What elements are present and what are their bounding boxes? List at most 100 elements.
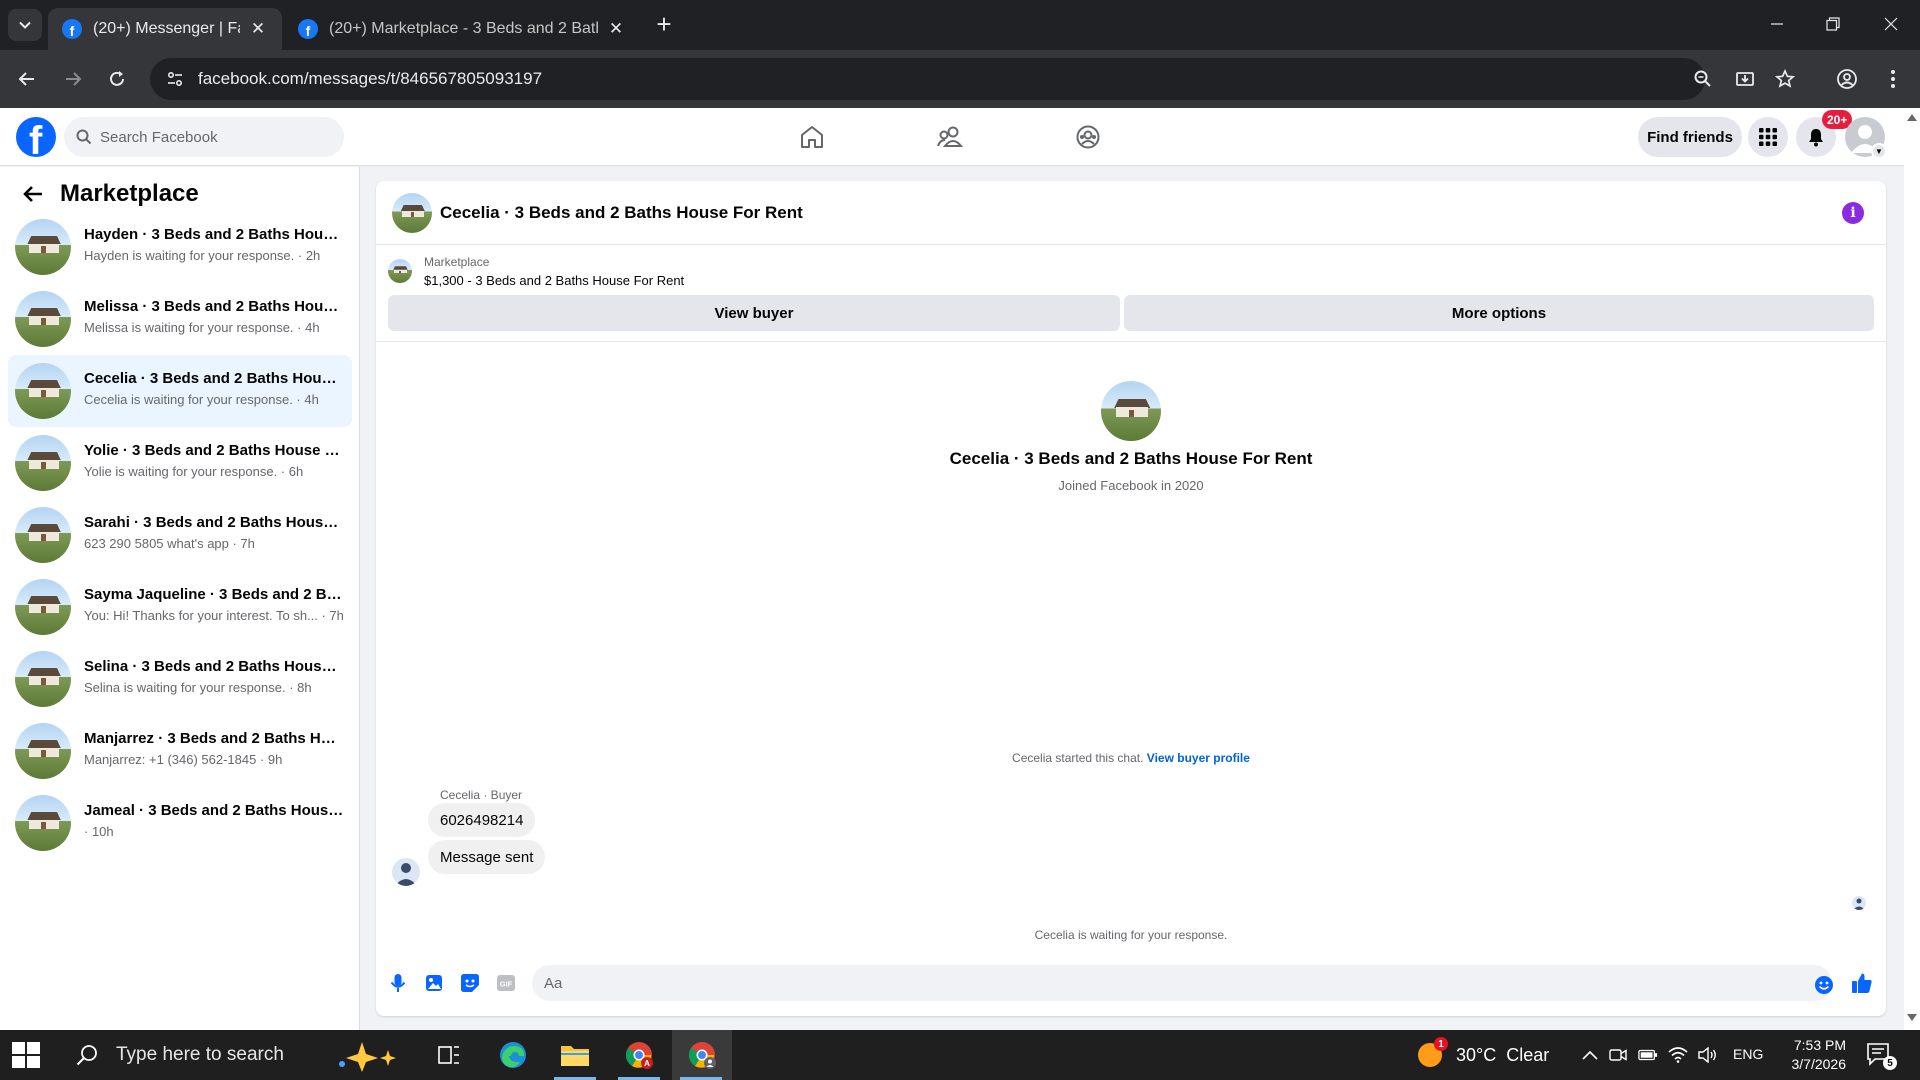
kebab-menu-icon[interactable] bbox=[1876, 62, 1910, 96]
find-friends-button[interactable]: Find friends bbox=[1638, 117, 1742, 157]
site-info-icon[interactable] bbox=[154, 58, 196, 100]
conversation-snippet: Yolie is waiting for your response. · 6h bbox=[84, 464, 304, 479]
address-bar[interactable]: facebook.com/messages/t/846567805093197 bbox=[150, 58, 1705, 100]
edge-browser-icon[interactable] bbox=[484, 1030, 542, 1080]
message-bubble[interactable]: 6026498214 bbox=[428, 803, 536, 837]
taskbar-search[interactable]: Type here to search bbox=[58, 1030, 410, 1080]
tab-title: (20+) Marketplace - 3 Beds and 2 Baths H… bbox=[329, 20, 598, 37]
conversation-item[interactable]: Jameal · 3 Beds and 2 Baths House For Re… bbox=[8, 787, 352, 859]
chevron-down-icon[interactable]: ▼ bbox=[1871, 143, 1887, 159]
listing-thumbnail bbox=[388, 259, 412, 283]
zoom-icon[interactable] bbox=[1686, 62, 1720, 96]
input-language[interactable]: ENG bbox=[1733, 1046, 1763, 1062]
chat-title[interactable]: Cecelia · 3 Beds and 2 Baths House For R… bbox=[440, 203, 803, 223]
weather-badge: 1 bbox=[1434, 1037, 1448, 1051]
close-tab-icon[interactable]: ✕ bbox=[606, 19, 626, 39]
menu-grid-button[interactable] bbox=[1748, 117, 1788, 157]
forward-button[interactable] bbox=[56, 62, 90, 96]
conversation-item[interactable]: Melissa · 3 Beds and 2 Baths House For R… bbox=[8, 283, 352, 355]
chrome-profile-a-icon[interactable]: A bbox=[610, 1030, 668, 1080]
photo-icon[interactable] bbox=[422, 971, 446, 995]
home-nav[interactable] bbox=[756, 114, 868, 160]
emoji-icon[interactable] bbox=[1812, 973, 1836, 997]
listing-category: Marketplace bbox=[424, 255, 490, 269]
conversation-item[interactable]: Selina · 3 Beds and 2 Baths House For Re… bbox=[8, 643, 352, 715]
listing-avatar bbox=[15, 219, 71, 275]
minimize-icon[interactable] bbox=[1754, 6, 1800, 42]
listing-avatar bbox=[15, 363, 71, 419]
chat-started-notice: Cecelia started this chat. View buyer pr… bbox=[376, 751, 1886, 765]
volume-icon[interactable] bbox=[1698, 1045, 1718, 1065]
bookmark-star-icon[interactable] bbox=[1768, 62, 1802, 96]
conversation-item[interactable]: Hayden · 3 Beds and 2 Baths House For Re… bbox=[8, 211, 352, 283]
conversation-item[interactable]: Sayma Jaqueline · 3 Beds and 2 Baths Hou… bbox=[8, 571, 352, 643]
gif-icon[interactable]: GIF bbox=[494, 971, 518, 995]
camera-icon[interactable] bbox=[1608, 1045, 1628, 1065]
conversation-item[interactable]: Yolie · 3 Beds and 2 Baths House For Ren… bbox=[8, 427, 352, 499]
tab-marketplace[interactable]: f (20+) Marketplace - 3 Beds and 2 Baths… bbox=[284, 8, 640, 50]
message-input[interactable] bbox=[544, 974, 1784, 992]
more-options-button[interactable]: More options bbox=[1124, 295, 1874, 331]
conversation-name: Jameal · 3 Beds and 2 Baths House For Re… bbox=[84, 802, 344, 819]
conversation-item[interactable]: Sarahi · 3 Beds and 2 Baths House For Re… bbox=[8, 499, 352, 571]
buyer-profile-summary: Cecelia · 3 Beds and 2 Baths House For R… bbox=[376, 381, 1886, 493]
facebook-search[interactable] bbox=[64, 117, 344, 157]
weather-widget[interactable]: 1 30°C Clear bbox=[1418, 1030, 1549, 1080]
search-input[interactable] bbox=[100, 128, 320, 146]
new-tab-plus-icon[interactable]: + bbox=[650, 9, 678, 39]
conversation-snippet: Melissa is waiting for your response. · … bbox=[84, 320, 320, 335]
taskbar-search-placeholder: Type here to search bbox=[116, 1044, 284, 1065]
waiting-notice: Cecelia is waiting for your response. bbox=[1034, 928, 1228, 942]
back-arrow-icon[interactable] bbox=[18, 179, 48, 209]
buyer-avatar[interactable] bbox=[1101, 381, 1161, 441]
friends-nav[interactable] bbox=[894, 114, 1006, 160]
back-button[interactable] bbox=[10, 62, 44, 96]
listing-price-title: $1,300 - 3 Beds and 2 Baths House For Re… bbox=[424, 273, 685, 288]
battery-icon[interactable] bbox=[1638, 1045, 1658, 1065]
svg-text:A: A bbox=[644, 1059, 650, 1068]
info-icon[interactable]: i bbox=[1842, 202, 1864, 224]
install-app-icon[interactable] bbox=[1728, 62, 1762, 96]
reload-icon bbox=[110, 71, 124, 86]
groups-nav[interactable] bbox=[1032, 114, 1144, 160]
view-buyer-profile-link[interactable]: View buyer profile bbox=[1147, 751, 1250, 765]
system-clock[interactable]: 7:53 PM 3/7/2026 bbox=[1776, 1036, 1847, 1074]
view-buyer-button[interactable]: View buyer bbox=[388, 295, 1120, 331]
chrome-active-icon[interactable] bbox=[672, 1030, 732, 1080]
close-window-icon[interactable] bbox=[1868, 6, 1914, 42]
conversation-name: Sayma Jaqueline · 3 Beds and 2 Baths Hou… bbox=[84, 586, 344, 603]
tab-search-button[interactable] bbox=[8, 9, 42, 41]
conversation-snippet: Selina is waiting for your response. · 8… bbox=[84, 680, 312, 695]
windows-start-icon[interactable] bbox=[10, 1040, 40, 1070]
thumbs-up-icon[interactable] bbox=[1850, 971, 1874, 995]
page-scrollbar[interactable] bbox=[1904, 108, 1920, 1030]
conversation-name: Sarahi · 3 Beds and 2 Baths House For Re… bbox=[84, 514, 344, 531]
microphone-icon[interactable] bbox=[386, 971, 410, 995]
notification-count-badge: 5 bbox=[1883, 1056, 1897, 1070]
facebook-logo-icon[interactable]: f bbox=[16, 117, 56, 157]
restore-icon[interactable] bbox=[1810, 6, 1856, 42]
listing-avatar bbox=[15, 291, 71, 347]
conversation-name: Selina · 3 Beds and 2 Baths House For Re… bbox=[84, 658, 344, 675]
message-bubble[interactable]: Message sent bbox=[428, 840, 546, 874]
sticker-icon[interactable] bbox=[458, 971, 482, 995]
sender-avatar[interactable] bbox=[392, 858, 420, 886]
close-tab-icon[interactable]: ✕ bbox=[248, 19, 268, 39]
url-text[interactable]: facebook.com/messages/t/846567805093197 bbox=[198, 69, 542, 89]
message-input-wrap[interactable] bbox=[532, 965, 1832, 1001]
conversation-item[interactable]: Manjarrez · 3 Beds and 2 Baths House For… bbox=[8, 715, 352, 787]
weather-description: Clear bbox=[1506, 1044, 1550, 1065]
file-explorer-icon[interactable] bbox=[546, 1030, 604, 1080]
tab-messenger[interactable]: f (20+) Messenger | Facebook ✕ bbox=[48, 8, 282, 50]
wifi-icon[interactable] bbox=[1668, 1045, 1688, 1065]
chat-avatar[interactable] bbox=[392, 193, 432, 233]
task-view-icon[interactable] bbox=[420, 1030, 478, 1080]
svg-text:GIF: GIF bbox=[500, 980, 513, 989]
clock-date: 3/7/2026 bbox=[1791, 1056, 1847, 1072]
profile-icon[interactable] bbox=[1830, 62, 1864, 96]
conversation-item-selected[interactable]: Cecelia · 3 Beds and 2 Baths House For R… bbox=[8, 355, 352, 427]
chevron-up-icon[interactable] bbox=[1580, 1045, 1600, 1065]
reload-button[interactable] bbox=[100, 62, 134, 96]
arrow-right-icon bbox=[66, 72, 82, 86]
buyer-name: Cecelia · 3 Beds and 2 Baths House For R… bbox=[949, 449, 1313, 468]
